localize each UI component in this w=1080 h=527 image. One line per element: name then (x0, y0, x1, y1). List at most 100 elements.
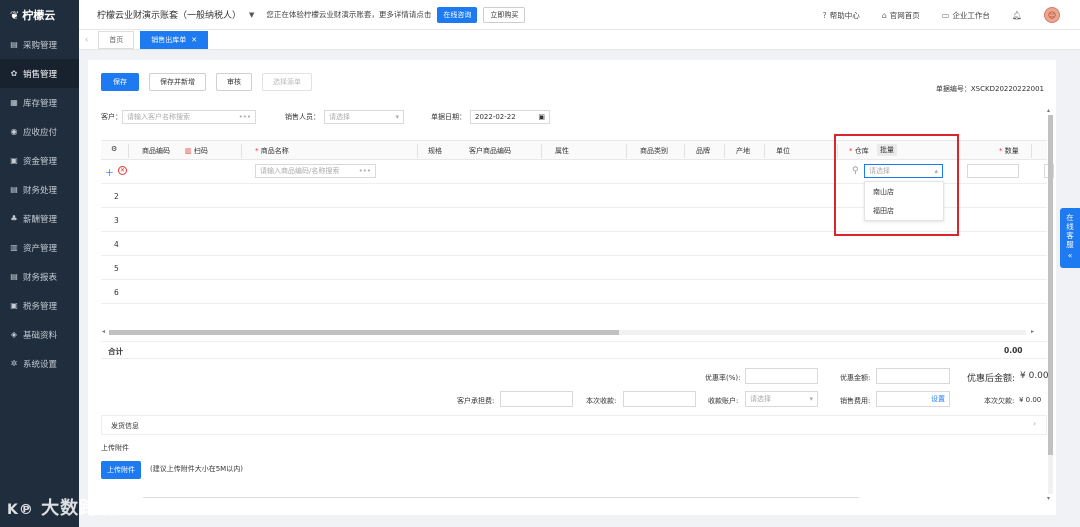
scroll-left-arrow-icon[interactable]: ◂ (102, 328, 105, 335)
workbench-link[interactable]: ▭ 企业工作台 (942, 10, 990, 21)
audit-button[interactable]: 审核 (216, 73, 252, 91)
horizontal-scroll-thumb[interactable] (109, 330, 619, 335)
online-consult-button[interactable]: 在线咨询 (437, 6, 478, 23)
row-number: 4 (114, 240, 119, 249)
online-service-tab[interactable]: 在 线 客 服 « (1060, 208, 1080, 268)
discount-amount-input[interactable] (876, 368, 950, 384)
delete-row-icon[interactable]: ✕ (118, 166, 127, 175)
customer-input[interactable]: 请输入客户名称搜索 ••• (122, 110, 256, 124)
watermark: K℗ 大数跨境 (7, 494, 117, 520)
sidebar-item[interactable]: ✲ 系统设置 (0, 349, 79, 378)
save-button[interactable]: 保存 (101, 73, 139, 91)
scroll-right-arrow-icon[interactable]: ▸ (1031, 328, 1034, 335)
tab-home[interactable]: 首页 (98, 30, 135, 49)
header-unit: 单位 (776, 147, 790, 155)
upload-hint: (建议上传附件大小在5M以内) (150, 465, 243, 473)
logo-text: 柠檬云 (22, 9, 56, 22)
header-customer-code: 客户商品编码 (469, 147, 511, 155)
notification-bell[interactable]: 🔔︎ (1012, 11, 1022, 20)
sidebar-item[interactable]: ◉ 应收应付 (0, 117, 79, 146)
sidebar-item-label: 库存管理 (23, 98, 58, 109)
close-tab-icon[interactable]: ✕ (191, 36, 197, 44)
salesperson-select[interactable]: 请选择 ▾ (324, 110, 404, 124)
sale-icon: ✿ (10, 69, 18, 78)
sidebar-item[interactable]: ▤ 采购管理 (0, 30, 79, 59)
warehouse-option[interactable]: 南山店 (865, 182, 943, 201)
add-row-icon[interactable]: ＋ (105, 166, 114, 179)
calendar-icon[interactable]: ▣ (538, 113, 545, 121)
scan-code-button[interactable]: ▥ 扫码 (185, 146, 208, 156)
warehouse-option[interactable]: 福田店 (865, 201, 943, 220)
sales-fee-label: 销售费用: (840, 397, 871, 405)
document-panel: 保存 保存并新增 审核 选择源单 单据编号：XSCKD20220222001 客… (88, 60, 1056, 515)
more-icon[interactable]: ••• (239, 113, 251, 121)
sidebar-item-label: 应收应付 (23, 127, 58, 138)
account-selector[interactable]: 柠檬云业财演示账套（一般纳税人） (97, 8, 241, 21)
scroll-up-arrow-icon[interactable]: ▴ (1047, 107, 1050, 114)
sidebar-item[interactable]: ▤ 财务报表 (0, 262, 79, 291)
sidebar-item[interactable]: ♣ 薪酬管理 (0, 204, 79, 233)
receipt-input[interactable] (623, 391, 696, 407)
column-settings-icon[interactable]: ⚙ (111, 145, 117, 153)
vertical-scroll-thumb[interactable] (1048, 115, 1053, 455)
sales-fee-input[interactable]: 设置 (876, 391, 950, 407)
discount-rate-label: 优惠率(%): (705, 374, 741, 382)
quantity-input[interactable] (967, 164, 1019, 178)
sidebar-item[interactable]: ▣ 资金管理 (0, 146, 79, 175)
more-icon[interactable]: ••• (359, 167, 371, 175)
sidebar-item[interactable]: ✿ 销售管理 (0, 59, 79, 88)
customer-label: 客户： (101, 113, 122, 121)
cart-icon: ▤ (10, 40, 18, 49)
arrears-label: 本次欠款: (984, 397, 1015, 405)
chevron-right-icon[interactable]: › (1033, 420, 1036, 428)
discount-rate-input[interactable] (745, 368, 818, 384)
product-search-input[interactable]: 请输入商品编码/名称搜索 ••• (255, 164, 376, 178)
salesperson-label: 销售人员： (285, 113, 320, 121)
upload-attachment-button[interactable]: 上传附件 (101, 461, 141, 479)
tabs-scroll-left-icon[interactable]: ‹ (85, 35, 88, 44)
website-label: 官网首页 (889, 10, 920, 20)
sidebar-item[interactable]: ▦ 库存管理 (0, 88, 79, 117)
sidebar-item[interactable]: ▤ 财务处理 (0, 175, 79, 204)
sales-fee-setting-link[interactable]: 设置 (931, 394, 945, 404)
tab-sales-outbound[interactable]: 销售出库单 ✕ (140, 30, 209, 49)
select-source-button[interactable]: 选择源单 (262, 73, 312, 91)
table-total-row: 合计 0.00 (101, 341, 1047, 359)
panel-vertical-scrollbar[interactable]: ▴ ▾ (1047, 107, 1054, 502)
customer-cost-input[interactable] (500, 391, 573, 407)
document-number-value: XSCKD20220222001 (970, 85, 1044, 93)
customer-placeholder: 请输入客户名称搜索 (127, 113, 190, 121)
sidebar-item[interactable]: ▥ 资产管理 (0, 233, 79, 262)
sidebar-item-label: 基础资料 (23, 330, 58, 341)
save-and-new-button[interactable]: 保存并新增 (149, 73, 206, 91)
account-select[interactable]: 请选择 ▾ (745, 391, 818, 407)
sidebar-item-label: 资金管理 (23, 156, 58, 167)
discount-amount-label: 优惠金额: (840, 374, 871, 382)
service-char: 客 (1066, 231, 1074, 240)
website-link[interactable]: ⌂ 官网首页 (882, 10, 920, 21)
divider (143, 497, 859, 498)
fund-icon: ▣ (10, 156, 18, 165)
header-product-name: * 商品名称 (255, 147, 289, 155)
action-toolbar: 保存 保存并新增 审核 选择源单 (101, 73, 312, 91)
asset-icon: ▥ (10, 243, 18, 252)
date-input[interactable]: 2022-02-22 ▣ (470, 110, 550, 124)
table-horizontal-scrollbar[interactable]: ◂ ▸ (101, 328, 1034, 336)
user-avatar[interactable]: ☺ (1044, 7, 1060, 23)
buy-now-button[interactable]: 立即购买 (483, 6, 526, 23)
table-row[interactable]: 5 (101, 256, 1047, 280)
row-number: 3 (114, 216, 119, 225)
sidebar-item[interactable]: ▣ 税务管理 (0, 291, 79, 320)
help-center-link[interactable]: ? 帮助中心 (822, 10, 859, 21)
table-row[interactable]: 6 (101, 280, 1047, 304)
scroll-down-arrow-icon[interactable]: ▾ (1047, 495, 1050, 502)
report-icon: ▤ (10, 272, 18, 281)
sidebar-item-label: 资产管理 (23, 243, 58, 254)
bell-icon: 🔔︎ (1011, 10, 1022, 20)
date-value: 2022-02-22 (475, 113, 516, 121)
sidebar-item[interactable]: ◈ 基础资料 (0, 320, 79, 349)
tab-sales-outbound-label: 销售出库单 (151, 35, 187, 44)
account-dropdown-icon[interactable]: ▼ (249, 11, 254, 19)
quantity-text: 数量 (1004, 147, 1019, 155)
shipping-info-section[interactable]: 发货信息 › (101, 415, 1047, 435)
